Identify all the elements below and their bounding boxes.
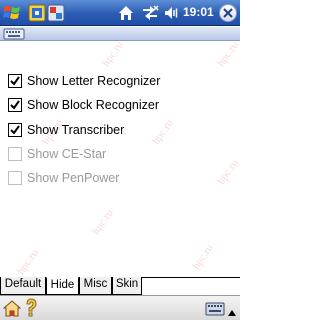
tab-misc[interactable]: Misc [79, 277, 112, 295]
option-label: Show CE-Star [27, 147, 107, 161]
help-icon[interactable] [24, 298, 38, 318]
home-icon[interactable] [2, 300, 22, 317]
clock[interactable]: 19:01 [183, 5, 214, 19]
app-icon[interactable] [27, 3, 47, 23]
checkbox[interactable] [8, 123, 22, 137]
connectivity-icon[interactable] [140, 4, 160, 22]
tab-default[interactable]: Default [0, 277, 46, 295]
tab-bar: Default Hide Misc Skin [0, 277, 240, 295]
option-label: Show Transcriber [27, 123, 125, 137]
watermark: hpc.ru [215, 39, 241, 69]
windows-start-icon[interactable] [1, 2, 23, 24]
checkbox[interactable] [8, 74, 22, 88]
watermark: hpc.ru [150, 117, 176, 147]
option-label: Show PenPower [27, 171, 120, 185]
command-bar [0, 295, 240, 320]
watermark: hpc.ru [15, 247, 41, 277]
app-icon[interactable] [46, 3, 66, 23]
option-block-recognizer[interactable]: Show Block Recognizer [8, 97, 159, 113]
watermark: hpc.ru [90, 207, 116, 237]
option-letter-recognizer[interactable]: Show Letter Recognizer [8, 73, 160, 89]
keyboard-icon[interactable] [205, 300, 225, 317]
checkbox[interactable] [8, 98, 22, 112]
home-icon[interactable] [117, 4, 135, 22]
close-icon[interactable] [219, 4, 237, 22]
watermark: hpc.ru [190, 242, 216, 272]
watermark: hpc.ru [100, 39, 126, 69]
checkbox [8, 147, 22, 161]
tab-hide[interactable]: Hide [46, 277, 79, 295]
option-ce-star: Show CE-Star [8, 146, 106, 162]
keyboard-icon[interactable] [3, 28, 25, 40]
navigation-bar: 19:01 [0, 0, 240, 26]
checkbox [8, 171, 22, 185]
option-label: Show Block Recognizer [27, 98, 160, 112]
option-penpower: Show PenPower [8, 170, 119, 186]
tab-skin[interactable]: Skin [112, 277, 142, 295]
watermark: hpc.ru [215, 157, 241, 187]
option-transcriber[interactable]: Show Transcriber [8, 122, 124, 138]
chevron-up-icon[interactable] [228, 305, 236, 316]
option-label: Show Letter Recognizer [27, 74, 161, 88]
volume-icon[interactable] [163, 4, 181, 22]
input-panel-header [0, 27, 240, 41]
